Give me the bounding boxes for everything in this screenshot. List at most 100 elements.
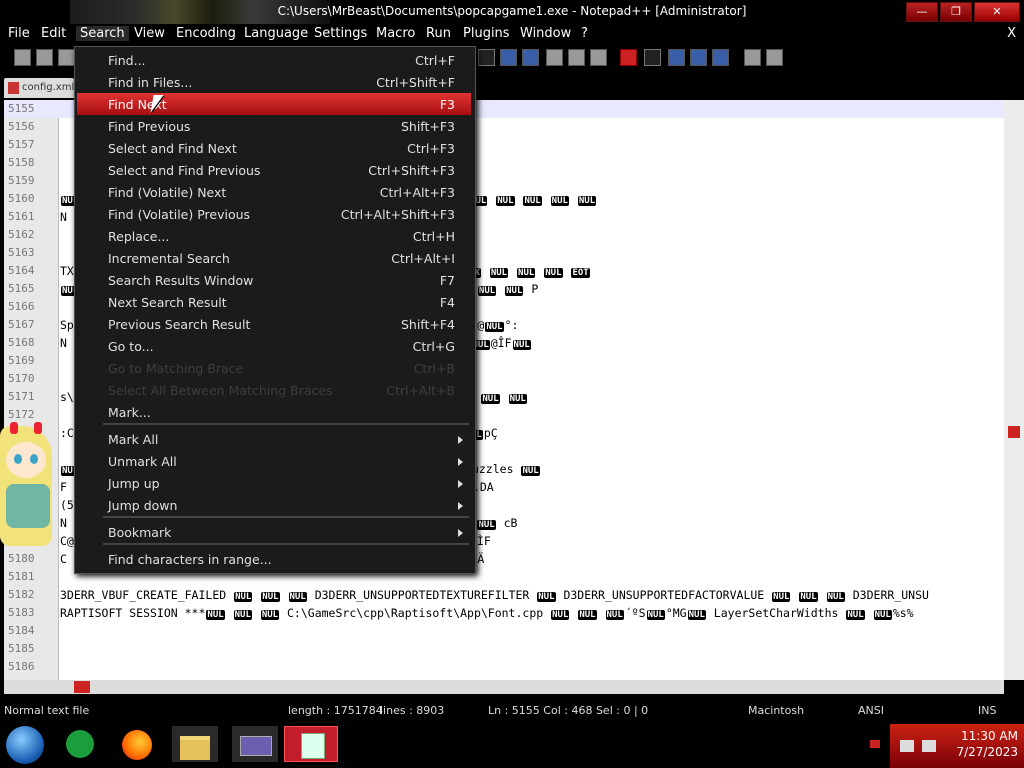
new-file-icon[interactable] — [14, 49, 31, 66]
menu-item-jump-up[interactable]: Jump up — [77, 472, 471, 494]
menu-item-find-previous[interactable]: Find Previous Shift+F3 — [77, 115, 471, 137]
menu-item-bookmark[interactable]: Bookmark — [77, 521, 471, 543]
close-document-icon[interactable]: X — [1007, 26, 1016, 41]
menu-item-label: Go to Matching Brace — [108, 361, 244, 376]
horizontal-scroll-thumb[interactable] — [74, 681, 90, 693]
line-number: 5183 — [8, 606, 35, 619]
line-number: 5158 — [8, 156, 35, 169]
menu-macro[interactable]: Macro — [376, 26, 415, 41]
menu-help[interactable]: ? — [581, 26, 588, 41]
function-list-icon[interactable] — [568, 49, 585, 66]
editor-line[interactable]: 5183 RAPTISOFT SESSION *** NUL NUL NUL C:\… — [4, 604, 1004, 622]
menu-item-label: Incremental Search — [108, 251, 230, 266]
editor-line[interactable]: 5186 — [4, 658, 1004, 676]
line-number: 5166 — [8, 300, 35, 313]
menu-encoding[interactable]: Encoding — [176, 26, 236, 41]
editor-line[interactable]: 5184 — [4, 622, 1004, 640]
menu-item-previous-search-result[interactable]: Previous Search Result Shift+F4 — [77, 313, 471, 335]
menu-file[interactable]: File — [8, 26, 30, 41]
word-wrap-icon[interactable] — [522, 49, 539, 66]
play-macro-icon[interactable] — [668, 49, 685, 66]
network-icon[interactable] — [900, 740, 914, 752]
horizontal-scrollbar[interactable] — [4, 680, 1004, 694]
menu-item-find-characters-in-range[interactable]: Find characters in range... — [77, 548, 471, 570]
menu-item-shortcut: Ctrl+Alt+F3 — [379, 185, 455, 200]
menu-item-select-and-find-previous[interactable]: Select and Find Previous Ctrl+Shift+F3 — [77, 159, 471, 181]
notes-app-icon[interactable] — [62, 726, 98, 762]
save-icon[interactable] — [58, 49, 75, 66]
line-text: N — [60, 210, 67, 224]
menu-item-shortcut: Ctrl+F3 — [407, 141, 455, 156]
menu-plugins[interactable]: Plugins — [463, 26, 510, 41]
menu-item-find[interactable]: Find... Ctrl+F — [77, 49, 471, 71]
menu-item-label: Select All Between Matching Braces — [108, 383, 333, 398]
start-button-icon[interactable] — [6, 726, 44, 764]
status-file-type: Normal text file — [4, 704, 90, 717]
line-number: 5157 — [8, 138, 35, 151]
menu-item-label: Unmark All — [108, 454, 177, 469]
indent-guide-icon[interactable] — [500, 49, 517, 66]
show-hidden-icons-icon[interactable] — [870, 740, 880, 748]
menu-item-jump-down[interactable]: Jump down — [77, 494, 471, 516]
folder-workspace-icon[interactable] — [590, 49, 607, 66]
line-text: 3DERR_VBUF_CREATE_FAILED NUL NUL NUL D3D… — [60, 588, 929, 602]
line-number: 5165 — [8, 282, 35, 295]
menu-item-shortcut: Shift+F3 — [400, 119, 455, 134]
menu-run[interactable]: Run — [426, 26, 451, 41]
menu-item-next-search-result[interactable]: Next Search Result F4 — [77, 291, 471, 313]
menu-item-find-volatile-next[interactable]: Find (Volatile) Next Ctrl+Alt+F3 — [77, 181, 471, 203]
menu-window[interactable]: Window — [520, 26, 571, 41]
clock[interactable]: 11:30 AM 7/27/2023 — [956, 728, 1018, 760]
menu-item-find-in-files[interactable]: Find in Files... Ctrl+Shift+F — [77, 71, 471, 93]
open-file-icon[interactable] — [36, 49, 53, 66]
card-app-icon[interactable] — [232, 726, 278, 762]
file-explorer-icon[interactable] — [172, 726, 218, 762]
maximize-button[interactable]: ❐ — [940, 2, 972, 22]
plugin-icon[interactable] — [766, 49, 783, 66]
menu-item-search-results-window[interactable]: Search Results Window F7 — [77, 269, 471, 291]
menu-item-label: Search Results Window — [108, 273, 254, 288]
menu-item-select-and-find-next[interactable]: Select and Find Next Ctrl+F3 — [77, 137, 471, 159]
menu-view[interactable]: View — [134, 26, 165, 41]
menu-item-mark[interactable]: Mark... — [77, 401, 471, 423]
menu-item-find-next[interactable]: Find Next F3 — [77, 93, 471, 115]
editor-line[interactable]: 5182 3DERR_VBUF_CREATE_FAILED NUL NUL NUL… — [4, 586, 1004, 604]
editor-line[interactable]: 5185 — [4, 640, 1004, 658]
menu-item-incremental-search[interactable]: Incremental Search Ctrl+Alt+I — [77, 247, 471, 269]
vertical-scroll-thumb[interactable] — [1008, 426, 1020, 438]
search-dropdown-menu: Find... Ctrl+F Find in Files... Ctrl+Shift+… — [74, 46, 476, 574]
firefox-icon[interactable] — [118, 726, 156, 762]
menu-item-shortcut: Ctrl+G — [412, 339, 455, 354]
volume-icon[interactable] — [922, 740, 936, 752]
menu-item-select-all-between-matching-braces: Select All Between Matching Braces Ctrl+A… — [77, 379, 471, 401]
notepad-plus-plus-taskbar-icon[interactable] — [284, 726, 338, 762]
spellcheck-icon[interactable] — [744, 49, 761, 66]
menu-edit[interactable]: Edit — [41, 26, 66, 41]
title-bar: C:\Users\MrBeast\Documents\popcapgame1.e… — [0, 0, 1024, 24]
menu-item-label: Jump down — [108, 498, 178, 513]
menu-language[interactable]: Language — [244, 26, 308, 41]
menu-item-replace[interactable]: Replace... Ctrl+H — [77, 225, 471, 247]
menu-item-unmark-all[interactable]: Unmark All — [77, 450, 471, 472]
menu-settings[interactable]: Settings — [314, 26, 367, 41]
menu-item-label: Find Previous — [108, 119, 191, 134]
menu-item-shortcut: Ctrl+F — [415, 53, 455, 68]
menu-item-mark-all[interactable]: Mark All — [77, 428, 471, 450]
tab-config-xml[interactable]: config.xml — [4, 78, 74, 98]
line-number: 5171 — [8, 390, 35, 403]
record-macro-icon[interactable] — [620, 49, 637, 66]
minimize-button[interactable]: — — [906, 2, 938, 22]
menu-item-find-volatile-previous[interactable]: Find (Volatile) Previous Ctrl+Alt+Shift+F… — [77, 203, 471, 225]
save-macro-icon[interactable] — [712, 49, 729, 66]
menu-search[interactable]: Search — [76, 26, 129, 41]
vertical-scrollbar[interactable] — [1004, 100, 1024, 680]
stop-macro-icon[interactable] — [644, 49, 661, 66]
run-macro-multiple-icon[interactable] — [690, 49, 707, 66]
menu-item-go-to[interactable]: Go to... Ctrl+G — [77, 335, 471, 357]
line-number: 5161 — [8, 210, 35, 223]
show-all-chars-icon[interactable] — [478, 49, 495, 66]
doc-map-icon[interactable] — [546, 49, 563, 66]
menu-separator — [103, 516, 469, 518]
line-number: 5181 — [8, 570, 35, 583]
close-button[interactable]: ✕ — [974, 2, 1020, 22]
